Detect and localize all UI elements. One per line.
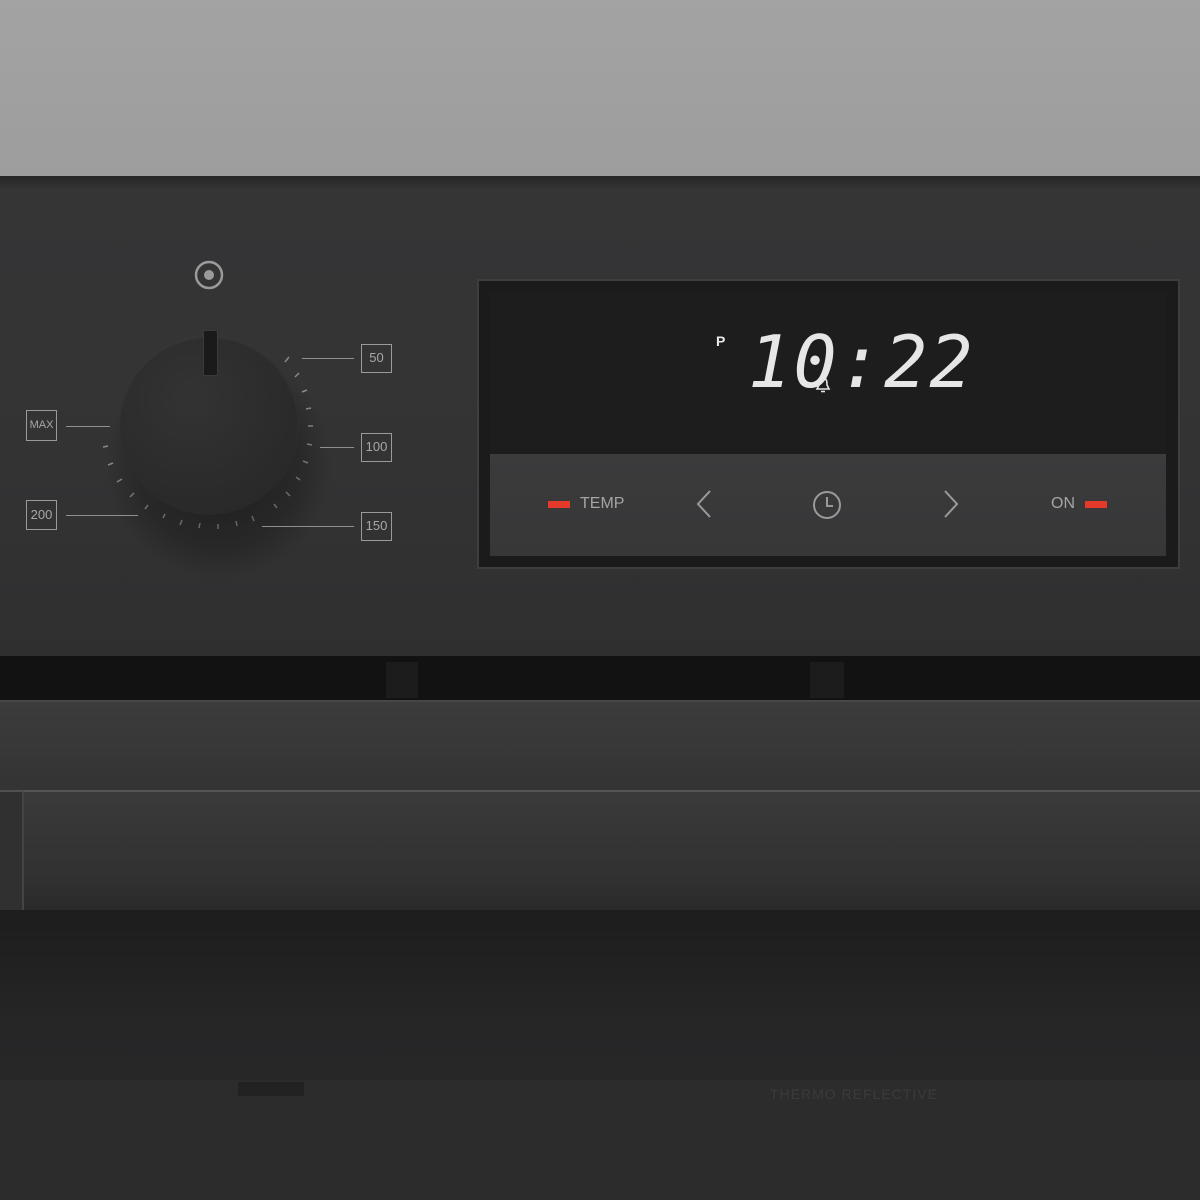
scale-line-200	[66, 515, 138, 516]
clock-display: 10:22	[748, 320, 975, 404]
on-indicator-led	[1085, 501, 1107, 508]
dial-label-100: 100	[361, 433, 392, 462]
panel-gap	[0, 656, 1200, 700]
dial-label-50: 50	[361, 344, 392, 373]
vent-slot	[810, 662, 844, 698]
door-handle[interactable]	[22, 790, 1200, 912]
vent-slot	[386, 662, 418, 698]
chevron-left-icon[interactable]	[694, 488, 716, 525]
on-button[interactable]: ON	[1051, 495, 1075, 513]
dial-label-150: 150	[361, 512, 392, 541]
scale-line-150	[262, 526, 354, 527]
chevron-right-icon[interactable]	[939, 488, 961, 525]
door-handle-end	[0, 790, 22, 912]
dial-label-max: MAX	[26, 410, 57, 441]
dial-pointer	[203, 330, 218, 376]
door-glass-band	[0, 1080, 1200, 1200]
door-top-panel	[0, 700, 1200, 794]
scale-line-50	[302, 358, 354, 359]
program-indicator: P	[716, 333, 726, 349]
clock-icon[interactable]	[811, 489, 843, 526]
temp-button[interactable]: TEMP	[580, 495, 624, 513]
scale-line-max	[66, 426, 110, 427]
glass-hinge	[238, 1082, 304, 1096]
glass-print: THERMO REFLECTIVE	[770, 1086, 938, 1102]
temp-indicator-led	[548, 501, 570, 508]
dial-label-200: 200	[26, 500, 57, 530]
alarm-bell-icon	[815, 376, 831, 399]
scale-line-100	[320, 447, 354, 448]
